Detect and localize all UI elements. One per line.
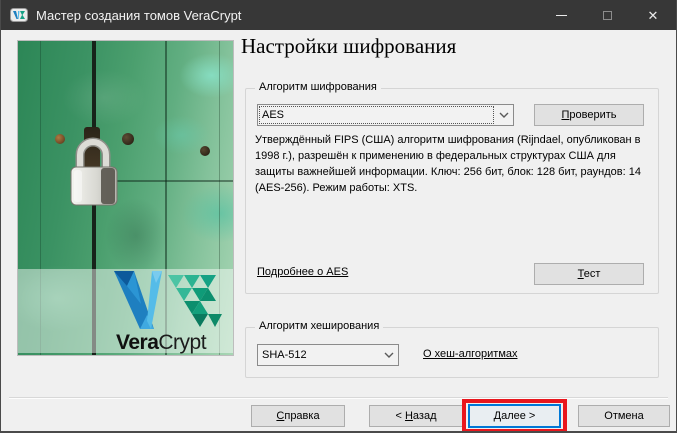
minimize-icon	[556, 15, 567, 16]
cancel-button[interactable]: Отмена	[578, 405, 670, 427]
encryption-group-label: Алгоритм шифрования	[255, 81, 381, 93]
verify-button[interactable]: Проверить	[534, 104, 644, 126]
veracrypt-wizard-window: Мастер создания томов VeraCrypt ✕	[0, 0, 677, 433]
page-title: Настройки шифрования	[241, 34, 456, 59]
veracrypt-logo-icon	[114, 271, 230, 333]
maximize-icon	[603, 11, 612, 20]
next-button[interactable]: Далее >	[468, 404, 561, 428]
close-button[interactable]: ✕	[630, 0, 676, 30]
close-icon: ✕	[648, 9, 659, 22]
encryption-algorithm-select[interactable]: AES	[257, 104, 514, 126]
hash-info-link[interactable]: О хеш-алгоритмах	[423, 348, 518, 360]
hash-algorithm-value: SHA-512	[258, 349, 380, 361]
door-bolt	[122, 133, 134, 145]
wordmark-light: Crypt	[158, 331, 206, 354]
door-bolt	[200, 146, 210, 156]
help-button[interactable]: Справка	[251, 405, 345, 427]
minimize-button[interactable]	[538, 0, 584, 30]
door-bolt	[55, 134, 65, 144]
hash-algorithm-select[interactable]: SHA-512	[257, 344, 399, 366]
titlebar: Мастер создания томов VeraCrypt ✕	[1, 0, 676, 30]
footer-separator	[9, 397, 668, 399]
wordmark-bold: Vera	[116, 331, 158, 354]
algorithm-description: Утверждённый FIPS (США) алгоритм шифрова…	[255, 132, 653, 196]
wizard-content: VeraCrypt Настройки шифрования Алгоритм …	[1, 30, 676, 431]
hash-group-label: Алгоритм хеширования	[255, 320, 383, 332]
maximize-button[interactable]	[584, 0, 630, 30]
focus-rect	[260, 107, 493, 123]
wizard-banner-image: VeraCrypt	[17, 40, 234, 356]
window-title: Мастер создания томов VeraCrypt	[36, 8, 538, 23]
test-button[interactable]: Тест	[534, 263, 644, 285]
chevron-down-icon	[495, 112, 513, 118]
padlock-icon	[68, 127, 122, 211]
more-about-aes-link[interactable]: Подробнее о AES	[257, 266, 348, 278]
veracrypt-wordmark: VeraCrypt	[116, 331, 232, 355]
chevron-down-icon	[380, 352, 398, 358]
veracrypt-app-icon	[10, 8, 28, 22]
back-button[interactable]: < Назад	[369, 405, 463, 427]
